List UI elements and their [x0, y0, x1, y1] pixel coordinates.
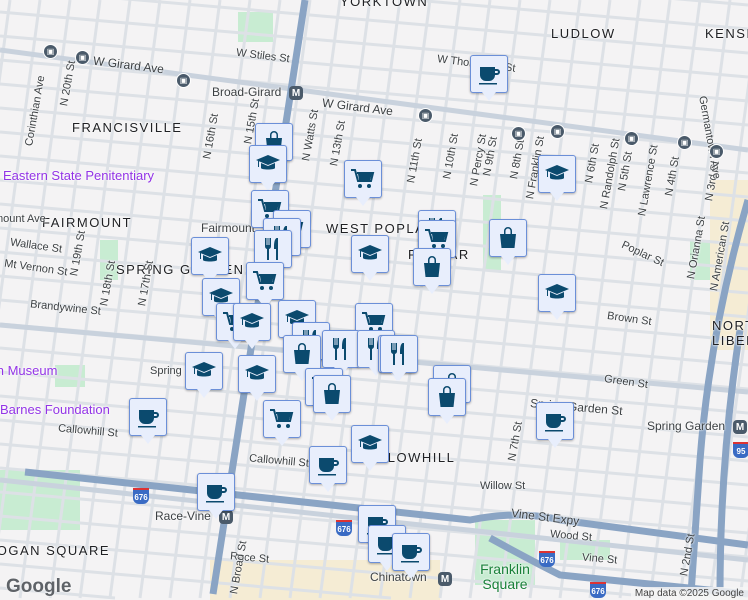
shopping-icon: [324, 383, 340, 404]
restaurant-marker[interactable]: [380, 335, 418, 381]
school-icon: [245, 365, 269, 380]
station-label: Broad-Girard: [212, 85, 282, 99]
tram-stop-icon[interactable]: ▣: [43, 44, 58, 59]
coffee-icon: [479, 67, 500, 85]
poi-label: Barnes Foundation: [0, 402, 110, 417]
neighborhood-label: FRANCISVILLE: [72, 120, 183, 135]
grocery-icon: [270, 409, 294, 428]
restaurant-icon: [390, 343, 404, 365]
coffee-marker[interactable]: [536, 402, 574, 448]
school-marker[interactable]: [233, 303, 271, 349]
grocery-marker[interactable]: [344, 160, 382, 206]
tram-stop-icon[interactable]: ▣: [624, 131, 639, 146]
coffee-icon: [138, 410, 159, 428]
poi-label: Rodin Museum: [0, 363, 58, 378]
school-marker[interactable]: [351, 235, 389, 281]
coffee-icon: [318, 458, 339, 476]
shopping-marker[interactable]: [489, 219, 527, 265]
station-label: Chinatown: [370, 570, 427, 584]
coffee-marker[interactable]: [309, 446, 347, 492]
grocery-marker[interactable]: [263, 400, 301, 446]
station-label: Race-Vine: [155, 509, 211, 523]
restaurant-icon: [264, 238, 278, 260]
street-label: Fairmount Ave: [0, 213, 46, 225]
coffee-icon: [206, 485, 227, 503]
school-marker[interactable]: [249, 145, 287, 191]
grocery-icon: [253, 271, 277, 290]
station-label: Fairmount: [201, 221, 256, 235]
coffee-icon: [401, 545, 422, 563]
school-icon: [358, 435, 382, 450]
coffee-marker[interactable]: [197, 473, 235, 519]
tram-stop-icon[interactable]: ▣: [511, 126, 526, 141]
neighborhood-label: NORTH LIBERTIES: [712, 318, 748, 348]
coffee-marker[interactable]: [392, 533, 430, 579]
map-attribution[interactable]: Map data ©2025 Google: [630, 587, 748, 600]
restaurant-icon: [332, 338, 346, 360]
tram-stop-icon[interactable]: ▣: [709, 144, 724, 159]
poi-label: Eastern State Penitentiary: [3, 168, 155, 183]
shopping-marker[interactable]: [313, 375, 351, 421]
school-icon: [545, 284, 569, 299]
neighborhood-label: LOGAN SQUARE: [0, 543, 111, 558]
school-marker[interactable]: [351, 425, 389, 471]
shopping-marker[interactable]: [428, 378, 466, 424]
shopping-marker[interactable]: [413, 248, 451, 294]
metro-icon[interactable]: M: [289, 86, 303, 100]
neighborhood-label: KENSI: [705, 26, 748, 41]
shopping-icon: [424, 256, 440, 277]
shopping-icon: [500, 227, 516, 248]
school-marker[interactable]: [538, 274, 576, 320]
street-label: Willow St: [480, 480, 526, 492]
highway-shield-95: 95: [733, 442, 748, 458]
neighborhood-label: FAIRMOUNT: [42, 215, 133, 230]
coffee-marker[interactable]: [470, 55, 508, 101]
school-icon: [256, 155, 280, 170]
grocery-icon: [351, 169, 375, 188]
metro-icon[interactable]: M: [438, 572, 452, 586]
shopping-icon: [294, 343, 310, 364]
highway-shield-676: 676: [590, 582, 606, 598]
tram-stop-icon[interactable]: ▣: [75, 50, 90, 65]
tram-stop-icon[interactable]: ▣: [677, 135, 692, 150]
google-logo: Google: [6, 576, 72, 597]
coffee-icon: [545, 414, 566, 432]
restaurant-marker[interactable]: [322, 330, 360, 376]
highway-shield-676: 676: [539, 551, 555, 567]
coffee-marker[interactable]: [129, 398, 167, 444]
station-label: Spring Garden: [647, 419, 726, 433]
neighborhood-label: YORKTOWN: [340, 0, 429, 9]
tram-stop-icon[interactable]: ▣: [550, 124, 565, 139]
highway-shield-676: 676: [336, 520, 352, 536]
school-marker[interactable]: [185, 352, 223, 398]
grocery-marker[interactable]: [246, 262, 284, 308]
school-icon: [358, 245, 382, 260]
metro-icon[interactable]: M: [733, 420, 747, 434]
school-icon: [192, 362, 216, 377]
school-marker[interactable]: [238, 355, 276, 401]
neighborhood-label: LUDLOW: [551, 26, 616, 41]
school-marker[interactable]: [538, 155, 576, 201]
tram-stop-icon[interactable]: ▣: [418, 108, 433, 123]
park-label: Franklin Square: [480, 561, 530, 592]
tram-stop-icon[interactable]: ▣: [176, 73, 191, 88]
school-icon: [545, 165, 569, 180]
school-marker[interactable]: [191, 237, 229, 283]
shopping-icon: [439, 386, 455, 407]
school-icon: [240, 313, 264, 328]
highway-shield-676: 676: [133, 488, 149, 504]
school-icon: [198, 247, 222, 262]
